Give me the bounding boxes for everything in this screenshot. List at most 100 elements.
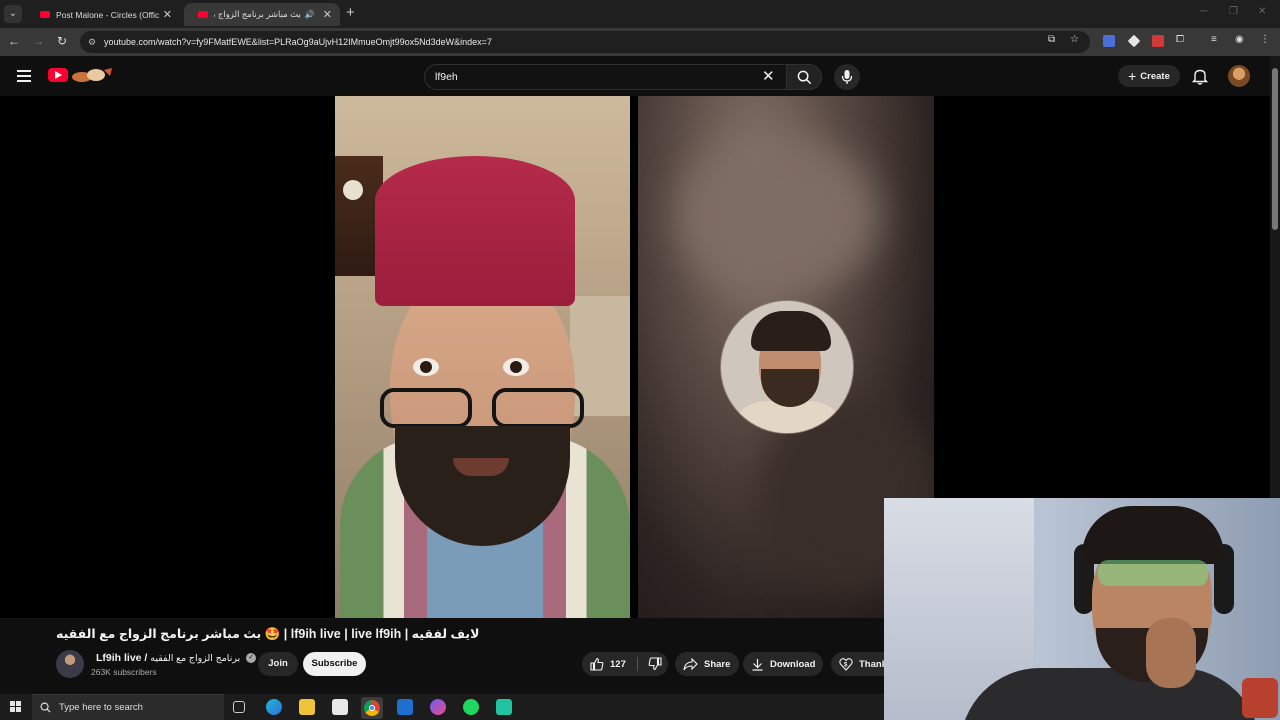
thumbs-up-icon <box>590 657 604 671</box>
youtube-favicon-icon <box>40 11 50 18</box>
maximize-icon[interactable]: ❐ <box>1229 6 1238 17</box>
streamer-hair-image <box>1082 506 1224 564</box>
browser-toolbar: ← → ↻ ⚙ youtube.com/watch?v=fy9FMatfEWE&… <box>0 28 1280 56</box>
url-text: youtube.com/watch?v=fy9FMatfEWE&list=PLR… <box>104 37 492 47</box>
translate-extension-icon[interactable] <box>1103 35 1115 47</box>
caller-avatar-image <box>720 300 854 434</box>
sticker-image <box>1242 678 1278 718</box>
youtube-doodle-icon[interactable] <box>70 66 114 84</box>
plus-icon: + <box>1128 68 1137 84</box>
close-window-icon[interactable]: ✕ <box>1258 6 1266 17</box>
join-button[interactable]: Join <box>258 652 298 676</box>
app-icon[interactable] <box>496 699 512 715</box>
channel-name-arabic: برنامج الزواج مع الفقيه <box>150 653 241 664</box>
divider <box>637 657 638 671</box>
task-view-icon[interactable] <box>233 701 245 713</box>
browser-tab-strip: ⌄ Post Malone - Circles (Official M ✕ بث… <box>0 0 1280 28</box>
bookmark-star-icon[interactable]: ☆ <box>1070 34 1079 45</box>
messenger-icon[interactable] <box>430 699 446 715</box>
minimize-icon[interactable]: ─ <box>1200 6 1207 17</box>
store-icon[interactable] <box>332 699 348 715</box>
thanks-label: Thank <box>859 658 884 670</box>
create-button[interactable]: + Create <box>1118 65 1180 87</box>
search-button[interactable] <box>786 64 822 90</box>
tab-close-icon[interactable]: ✕ <box>323 8 332 21</box>
menu-icon[interactable] <box>17 70 31 82</box>
tab-title: Post Malone - Circles (Official M <box>56 9 159 20</box>
thanks-button[interactable]: $ Thank <box>831 652 884 676</box>
youtube-favicon-icon <box>198 11 208 18</box>
account-avatar[interactable] <box>1228 65 1250 87</box>
create-label: Create <box>1140 70 1170 82</box>
streamer-hand-image <box>1146 618 1196 688</box>
tab-title: بث مباشر برنامج الزواج مع الف <box>214 9 301 19</box>
chrome-icon[interactable] <box>361 697 383 719</box>
search-box <box>424 64 786 90</box>
like-dislike-group: 127 <box>582 652 668 676</box>
taskbar-search[interactable]: Type here to search <box>32 694 224 720</box>
share-label: Share <box>704 658 731 670</box>
like-button[interactable]: 127 <box>582 652 636 676</box>
forward-icon[interactable]: → <box>30 34 46 48</box>
share-button[interactable]: Share <box>675 652 739 676</box>
verified-badge-icon: ✓ <box>246 653 257 664</box>
channel-name[interactable]: Lf9ih live / برنامج الزواج مع الفقيه ✓ <box>96 652 257 664</box>
video-frame-host <box>335 96 630 618</box>
media-controls-icon[interactable]: ≡ <box>1211 34 1217 45</box>
microphone-icon <box>841 70 853 84</box>
reload-icon[interactable]: ↻ <box>54 34 70 48</box>
tab-search-chevron-icon[interactable]: ⌄ <box>4 5 22 23</box>
speaker-icon[interactable]: 🔊 <box>305 10 315 19</box>
profile-icon[interactable]: ◉ <box>1235 34 1244 45</box>
subscribe-button[interactable]: Subscribe <box>303 652 366 676</box>
outlook-icon[interactable] <box>397 699 413 715</box>
search-icon <box>40 702 51 713</box>
tab-close-icon[interactable]: ✕ <box>163 8 172 21</box>
search-input[interactable] <box>435 71 745 83</box>
extensions-puzzle-icon[interactable]: ⧠ <box>1176 34 1184 45</box>
windows-start-icon[interactable] <box>10 701 22 713</box>
edge-icon[interactable] <box>266 699 282 715</box>
streamer-glasses-image <box>1098 560 1208 586</box>
scrollbar-thumb[interactable] <box>1272 68 1278 230</box>
dislike-button[interactable] <box>642 652 668 676</box>
download-button[interactable]: Download <box>743 652 823 676</box>
thumbs-down-icon <box>648 657 662 671</box>
streamer-webcam-overlay <box>884 498 1280 720</box>
blurred-background <box>678 136 878 296</box>
thanks-heart-icon: $ <box>839 658 853 671</box>
eye-image <box>503 358 529 376</box>
streamer-shirt-image <box>960 668 1260 720</box>
browser-tab-1[interactable]: Post Malone - Circles (Official M ✕ <box>26 3 180 26</box>
channel-avatar[interactable] <box>56 650 84 678</box>
download-label: Download <box>770 658 816 670</box>
extension-diamond-icon[interactable] <box>1127 34 1141 48</box>
eye-image <box>413 358 439 376</box>
video-title: لايف لفقيه | lf9ih live | live lf9ih | 🤩… <box>56 627 480 641</box>
windows-taskbar: Type here to search <box>0 694 884 720</box>
new-tab-button[interactable]: + <box>346 4 355 21</box>
voice-search-button[interactable] <box>834 64 860 90</box>
extension-red-icon[interactable] <box>1152 35 1164 47</box>
install-app-icon[interactable]: ⧉ <box>1048 34 1055 45</box>
youtube-logo-icon[interactable] <box>48 68 68 82</box>
browser-tab-2[interactable]: بث مباشر برنامج الزواج مع الف 🔊 ✕ <box>184 3 340 26</box>
site-info-icon[interactable]: ⚙ <box>88 37 100 48</box>
like-count: 127 <box>610 658 626 670</box>
back-icon[interactable]: ← <box>6 34 22 48</box>
address-bar[interactable]: ⚙ youtube.com/watch?v=fy9FMatfEWE&list=P… <box>80 31 1090 53</box>
file-explorer-icon[interactable] <box>299 699 315 715</box>
share-arrow-icon <box>683 657 698 670</box>
channel-name-latin: Lf9ih live / <box>96 652 148 664</box>
subscriber-count: 263K subscribers <box>91 667 157 677</box>
svg-text:$: $ <box>844 663 848 669</box>
search-icon <box>797 70 812 85</box>
browser-menu-icon[interactable]: ⋮ <box>1260 34 1270 45</box>
spotify-icon[interactable] <box>463 699 479 715</box>
taskbar-search-placeholder: Type here to search <box>59 702 143 713</box>
clear-search-icon[interactable]: ✕ <box>762 67 775 85</box>
fez-hat-image <box>375 156 575 306</box>
youtube-header: ✕ + Create <box>0 56 1280 96</box>
notifications-bell-icon[interactable] <box>1192 68 1208 85</box>
download-icon <box>752 658 763 671</box>
